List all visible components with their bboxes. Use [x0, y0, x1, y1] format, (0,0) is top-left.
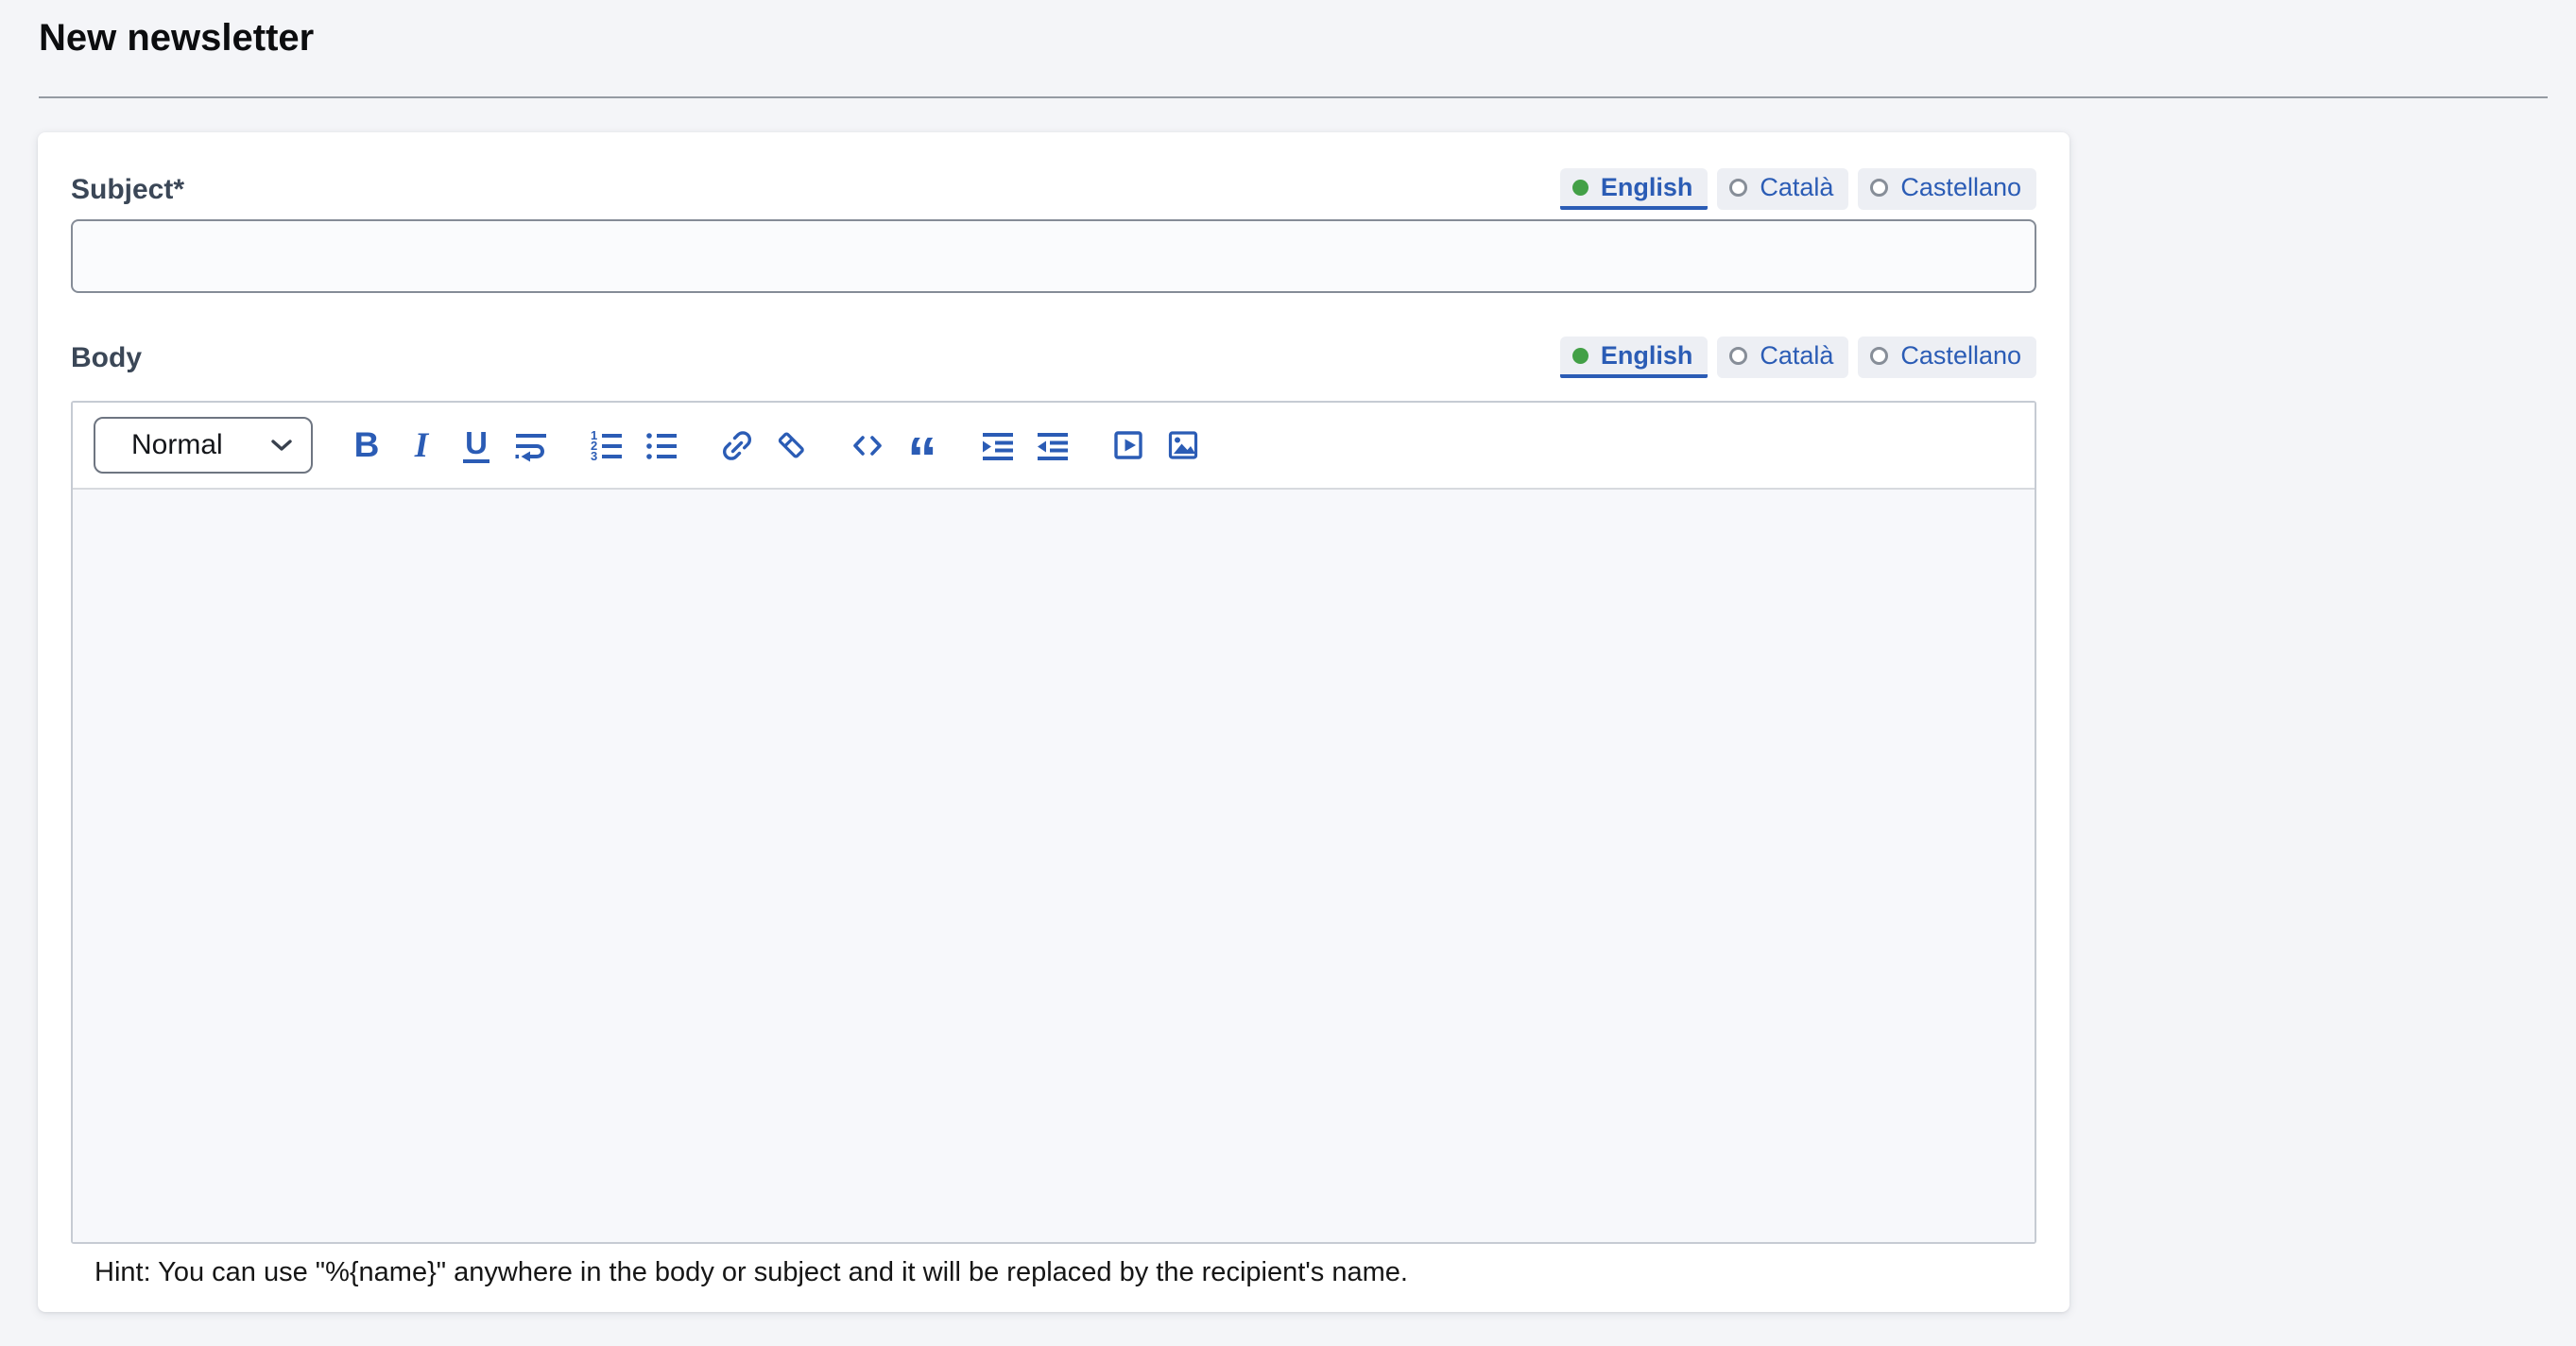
body-label: Body [71, 342, 142, 378]
subject-lang-english[interactable]: English [1560, 168, 1709, 210]
blockquote-icon[interactable]: “ [904, 421, 940, 470]
chevron-down-icon [271, 440, 292, 452]
bullet-list-icon[interactable] [644, 421, 679, 470]
lang-label: English [1601, 173, 1693, 202]
radio-unselected-icon[interactable] [1870, 179, 1888, 197]
title-divider [39, 96, 2548, 98]
body-lang-castellano[interactable]: Castellano [1858, 336, 2036, 378]
hint-text: Hint: You can use "%{name}" anywhere in … [94, 1257, 2036, 1288]
subject-label: Subject* [71, 174, 184, 210]
line-break-icon[interactable] [513, 421, 549, 470]
bold-icon[interactable]: B [349, 421, 385, 470]
radio-unselected-icon[interactable] [1870, 347, 1888, 365]
italic-icon[interactable]: I [404, 421, 439, 470]
toolbar-group-text-style: B I U [339, 421, 558, 470]
lang-label: Castellano [1900, 341, 2021, 371]
newsletter-form-card: Subject* English Català Castellano Body … [38, 132, 2069, 1312]
radio-selected-icon[interactable] [1572, 348, 1589, 364]
subject-lang-castellano[interactable]: Castellano [1858, 168, 2036, 210]
subject-input[interactable] [71, 219, 2036, 293]
subject-language-switcher: English Català Castellano [1560, 168, 2036, 210]
radio-selected-icon[interactable] [1572, 180, 1589, 196]
toolbar-group-code-quote: “ [840, 421, 950, 470]
clear-formatting-icon[interactable] [774, 421, 810, 470]
toolbar-group-indent [970, 421, 1080, 470]
link-icon[interactable] [719, 421, 755, 470]
radio-unselected-icon[interactable] [1729, 179, 1747, 197]
page-title: New newsletter [39, 15, 2576, 60]
image-icon[interactable] [1165, 421, 1201, 470]
video-icon[interactable] [1110, 421, 1146, 470]
paragraph-style-dropdown[interactable]: Normal [94, 417, 313, 474]
code-block-icon[interactable] [850, 421, 885, 470]
lang-label: Castellano [1900, 173, 2021, 202]
outdent-icon[interactable] [1035, 421, 1071, 470]
rich-text-editor: Normal B I U [71, 401, 2036, 1244]
subject-lang-catala[interactable]: Català [1717, 168, 1848, 210]
underline-icon[interactable]: U [458, 421, 494, 470]
radio-unselected-icon[interactable] [1729, 347, 1747, 365]
toolbar-group-link [710, 421, 819, 470]
body-header-row: Body English Català Castellano [71, 335, 2036, 378]
indent-icon[interactable] [980, 421, 1016, 470]
body-lang-english[interactable]: English [1560, 336, 1709, 378]
body-editor-area[interactable] [73, 490, 2035, 1242]
lang-label: Català [1760, 341, 1833, 371]
toolbar-group-lists: 1 2 3 [579, 421, 689, 470]
toolbar-group-media [1101, 421, 1211, 470]
lang-label: Català [1760, 173, 1833, 202]
lang-label: English [1601, 341, 1693, 371]
body-language-switcher: English Català Castellano [1560, 336, 2036, 378]
editor-toolbar: Normal B I U [73, 403, 2035, 490]
ordered-list-icon[interactable]: 1 2 3 [589, 421, 625, 470]
svg-text:3: 3 [591, 449, 597, 463]
body-lang-catala[interactable]: Català [1717, 336, 1848, 378]
paragraph-style-value: Normal [131, 429, 223, 461]
subject-header-row: Subject* English Català Castellano [71, 166, 2036, 210]
